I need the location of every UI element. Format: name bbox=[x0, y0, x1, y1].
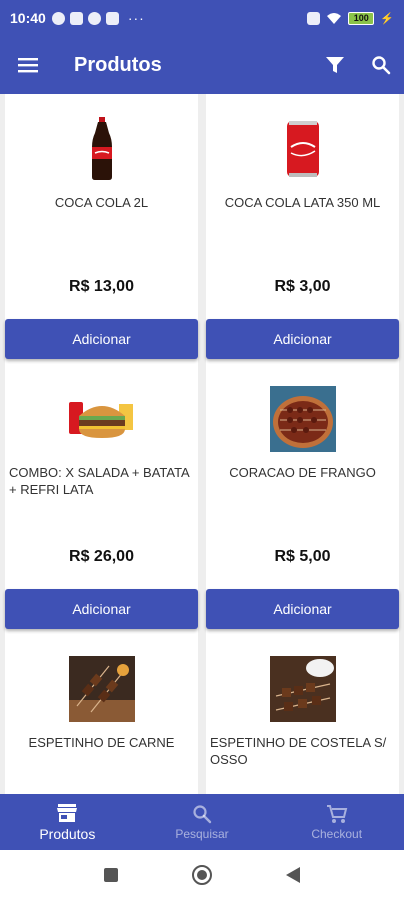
product-price: R$ 5,00 bbox=[274, 548, 331, 565]
nav-checkout[interactable]: Checkout bbox=[269, 794, 404, 850]
nav-label: Checkout bbox=[311, 826, 363, 841]
system-navigation-bar bbox=[0, 850, 404, 900]
product-card: COCA COLA LATA 350 ML R$ 3,00 Adicionar bbox=[206, 94, 399, 364]
notification-icons: ··· bbox=[51, 10, 145, 26]
coca-cola-can-image bbox=[270, 116, 336, 182]
notification-icon bbox=[87, 11, 101, 25]
product-price: R$ 3,00 bbox=[274, 278, 331, 295]
add-button[interactable]: Adicionar bbox=[206, 589, 399, 629]
coca-cola-bottle-image bbox=[69, 116, 135, 182]
hamburger-icon bbox=[18, 58, 38, 73]
search-icon bbox=[193, 804, 212, 823]
product-card: CORACAO DE FRANGO R$ 5,00 Adicionar bbox=[206, 364, 399, 634]
back-button[interactable] bbox=[285, 866, 301, 884]
search-icon bbox=[372, 56, 391, 75]
product-price: R$ 13,00 bbox=[69, 278, 134, 295]
sim-icon bbox=[307, 11, 321, 25]
nav-pesquisar[interactable]: Pesquisar bbox=[135, 794, 270, 850]
rib-skewers-image bbox=[269, 656, 336, 722]
product-name: COCA COLA 2L bbox=[54, 195, 149, 210]
bottom-navigation: Produtos Pesquisar Checkout bbox=[0, 794, 404, 850]
nav-produtos[interactable]: Produtos bbox=[0, 794, 135, 850]
add-button[interactable]: Adicionar bbox=[5, 589, 198, 629]
wifi-icon bbox=[327, 12, 342, 24]
product-card: ESPETINHO DE CARNE bbox=[5, 634, 198, 794]
product-price: R$ 26,00 bbox=[69, 548, 134, 565]
filter-button[interactable] bbox=[312, 36, 358, 94]
battery-icon: 100 bbox=[348, 11, 375, 25]
recents-button[interactable] bbox=[103, 867, 119, 883]
product-name: CORACAO DE FRANGO bbox=[229, 465, 376, 480]
home-button[interactable] bbox=[191, 864, 213, 886]
product-name: ESPETINHO DE COSTELA S/ OSSO bbox=[210, 735, 387, 767]
product-name: COMBO: X SALADA + BATATA + REFRI LATA bbox=[9, 465, 190, 497]
nav-label: Pesquisar bbox=[175, 826, 229, 841]
store-icon bbox=[57, 803, 78, 822]
add-button[interactable]: Adicionar bbox=[206, 319, 399, 359]
add-button[interactable]: Adicionar bbox=[5, 319, 198, 359]
page-title: Produtos bbox=[74, 53, 162, 76]
charging-icon: ⚡ bbox=[380, 12, 394, 25]
status-bar: 10:40 ··· 100 ⚡ bbox=[0, 0, 404, 36]
product-card: COCA COLA 2L R$ 13,00 Adicionar bbox=[5, 94, 198, 364]
notification-icon bbox=[105, 11, 119, 25]
beef-skewers-image bbox=[68, 656, 135, 722]
notification-icon bbox=[51, 11, 65, 25]
more-notifications-icon: ··· bbox=[127, 10, 145, 26]
app-bar: Produtos bbox=[0, 36, 404, 94]
cart-icon bbox=[326, 804, 347, 823]
chicken-hearts-skewers-image bbox=[269, 386, 336, 452]
search-button[interactable] bbox=[358, 36, 404, 94]
menu-button[interactable] bbox=[0, 36, 56, 94]
product-name: COCA COLA LATA 350 ML bbox=[224, 195, 381, 210]
product-list[interactable]: COCA COLA 2L R$ 13,00 Adicionar COCA COL… bbox=[0, 94, 404, 794]
burger-combo-image bbox=[68, 386, 135, 452]
notification-icon bbox=[69, 11, 83, 25]
status-time: 10:40 bbox=[10, 10, 46, 26]
product-name: ESPETINHO DE CARNE bbox=[28, 735, 175, 750]
system-icons: 100 ⚡ bbox=[307, 11, 394, 25]
product-card: ESPETINHO DE COSTELA S/ OSSO bbox=[206, 634, 399, 794]
nav-label: Produtos bbox=[39, 825, 96, 842]
product-card: COMBO: X SALADA + BATATA + REFRI LATA R$… bbox=[5, 364, 198, 634]
filter-icon bbox=[326, 57, 344, 73]
